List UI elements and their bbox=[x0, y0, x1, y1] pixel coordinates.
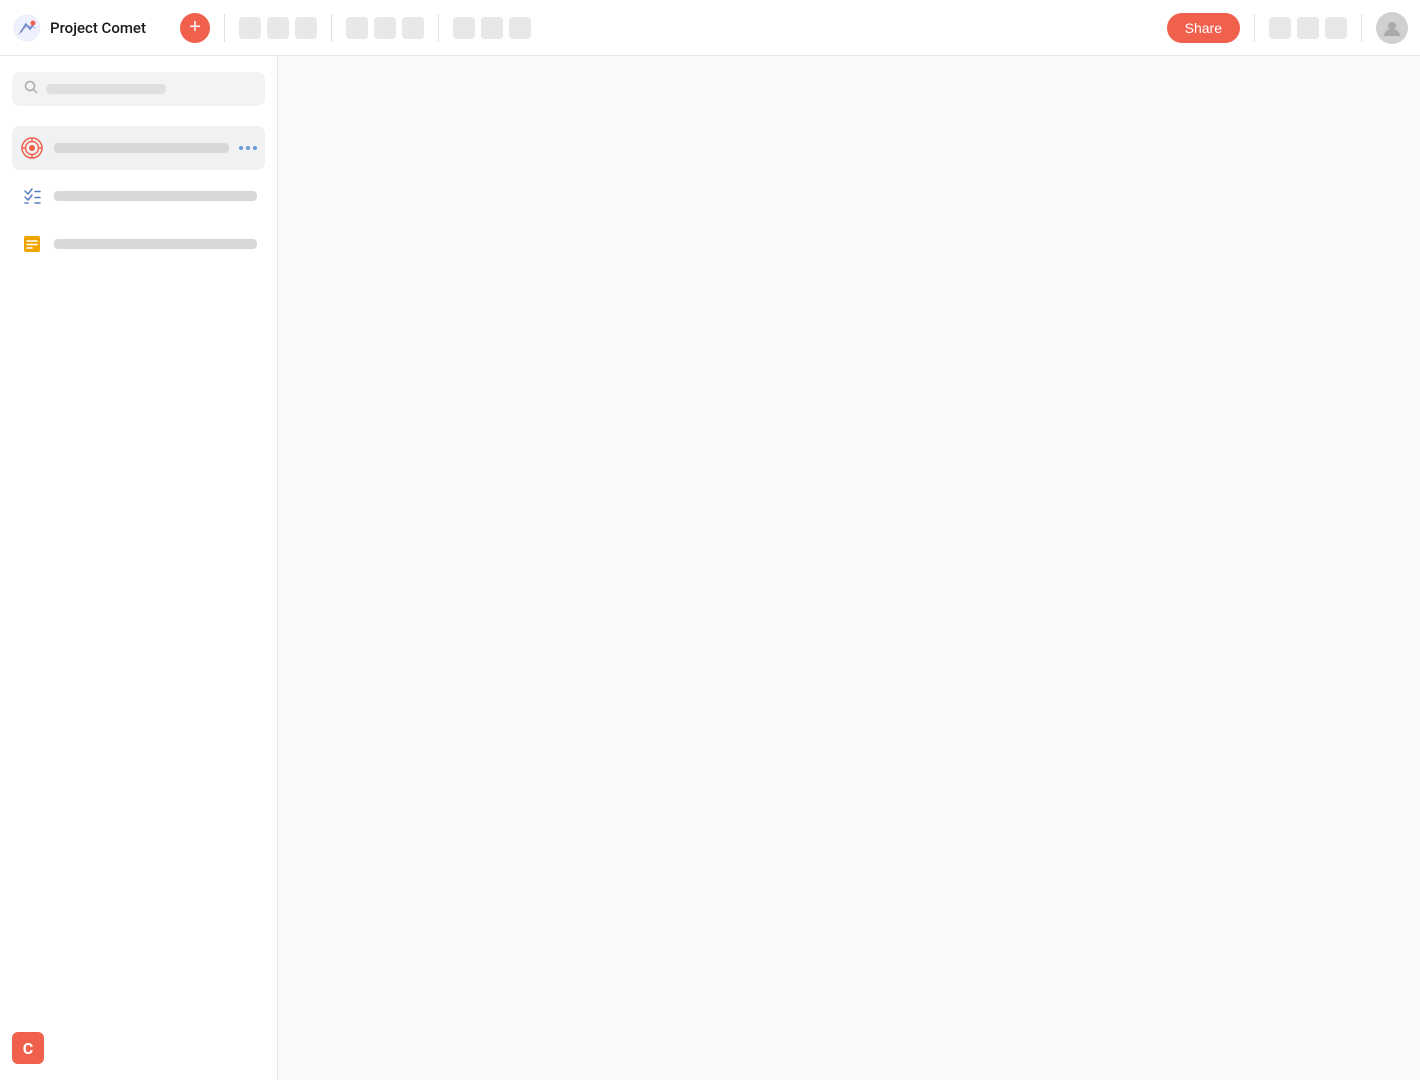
right-icon-btn-3[interactable] bbox=[1325, 17, 1347, 39]
app-title: Project Comet bbox=[50, 19, 146, 37]
search-input-placeholder bbox=[46, 84, 166, 94]
toolbar-btn-5[interactable] bbox=[374, 17, 396, 39]
header-right: Share bbox=[1167, 12, 1408, 44]
toolbar-group-1 bbox=[239, 17, 317, 39]
more-dot-2 bbox=[246, 146, 250, 150]
right-icon-btn-1[interactable] bbox=[1269, 17, 1291, 39]
more-dot-3 bbox=[253, 146, 257, 150]
sidebar-item-notes[interactable] bbox=[12, 222, 265, 266]
note-icon bbox=[20, 232, 44, 256]
more-dot-1 bbox=[239, 146, 243, 150]
toolbar-btn-7[interactable] bbox=[453, 17, 475, 39]
right-icon-btn-2[interactable] bbox=[1297, 17, 1319, 39]
header-divider-5 bbox=[1361, 14, 1362, 42]
header-right-icons bbox=[1269, 17, 1347, 39]
header-divider-2 bbox=[331, 14, 332, 42]
share-button[interactable]: Share bbox=[1167, 13, 1240, 43]
tasks-label bbox=[54, 191, 257, 201]
goals-label bbox=[54, 143, 229, 153]
user-avatar[interactable] bbox=[1376, 12, 1408, 44]
header-divider-4 bbox=[1254, 14, 1255, 42]
main-content bbox=[278, 56, 1420, 1080]
more-options[interactable] bbox=[239, 146, 257, 150]
toolbar-btn-3[interactable] bbox=[295, 17, 317, 39]
add-button[interactable]: + bbox=[180, 13, 210, 43]
toolbar-btn-8[interactable] bbox=[481, 17, 503, 39]
toolbar-btn-1[interactable] bbox=[239, 17, 261, 39]
toolbar-group-3 bbox=[453, 17, 531, 39]
header-divider-1 bbox=[224, 14, 225, 42]
sidebar: C bbox=[0, 56, 278, 1080]
main-layout: C bbox=[0, 56, 1420, 1080]
header-divider-3 bbox=[438, 14, 439, 42]
sidebar-item-goals[interactable] bbox=[12, 126, 265, 170]
checklist-icon bbox=[20, 184, 44, 208]
sidebar-bottom-logo: C bbox=[12, 1032, 44, 1064]
logo-icon bbox=[12, 13, 42, 43]
toolbar-btn-9[interactable] bbox=[509, 17, 531, 39]
toolbar-btn-2[interactable] bbox=[267, 17, 289, 39]
sidebar-items bbox=[12, 126, 265, 1064]
toolbar-group-2 bbox=[346, 17, 424, 39]
notes-label bbox=[54, 239, 257, 249]
target-icon bbox=[20, 136, 44, 160]
search-icon bbox=[24, 80, 38, 98]
app-header: Project Comet + Share bbox=[0, 0, 1420, 56]
app-logo-area: Project Comet bbox=[12, 13, 172, 43]
bottom-logo-icon: C bbox=[12, 1032, 44, 1064]
toolbar-btn-4[interactable] bbox=[346, 17, 368, 39]
search-bar[interactable] bbox=[12, 72, 265, 106]
toolbar-btn-6[interactable] bbox=[402, 17, 424, 39]
sidebar-item-tasks[interactable] bbox=[12, 174, 265, 218]
